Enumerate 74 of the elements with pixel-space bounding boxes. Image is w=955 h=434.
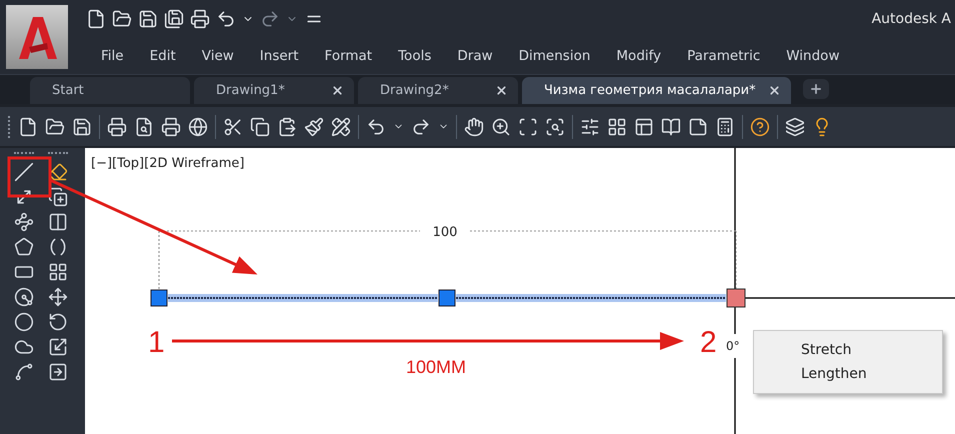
menu-item[interactable]: Format bbox=[312, 48, 386, 64]
point-number: 2 bbox=[700, 326, 717, 359]
save-icon[interactable] bbox=[138, 9, 158, 29]
line-icon[interactable] bbox=[14, 162, 34, 182]
save-icon[interactable] bbox=[72, 116, 92, 136]
angle-label: 0° bbox=[726, 339, 740, 353]
folder-icon[interactable] bbox=[112, 9, 132, 29]
help-icon[interactable] bbox=[750, 116, 770, 136]
polygon-icon[interactable] bbox=[14, 237, 34, 257]
move-icon[interactable] bbox=[48, 287, 68, 307]
copy-icon[interactable] bbox=[48, 187, 68, 207]
grid-icon[interactable] bbox=[607, 116, 627, 136]
document-tab[interactable]: Drawing1* bbox=[194, 77, 354, 104]
polyline-icon[interactable] bbox=[14, 212, 34, 232]
menu-item[interactable]: Edit bbox=[136, 48, 189, 64]
preview-icon[interactable] bbox=[134, 116, 154, 136]
grip-handle[interactable] bbox=[150, 290, 168, 306]
globe-icon[interactable] bbox=[188, 116, 208, 136]
app-logo[interactable] bbox=[6, 5, 68, 69]
plus-icon bbox=[808, 82, 823, 96]
printer-icon[interactable] bbox=[190, 9, 210, 29]
printer-icon[interactable] bbox=[107, 116, 127, 136]
menu-item[interactable]: Lengthen bbox=[754, 362, 942, 386]
menu-item[interactable]: Insert bbox=[246, 48, 312, 64]
array-icon[interactable] bbox=[48, 262, 68, 282]
copy-icon[interactable] bbox=[250, 116, 270, 136]
new-tab-button[interactable] bbox=[802, 79, 829, 99]
paste-icon[interactable] bbox=[277, 116, 297, 136]
calculator-icon[interactable] bbox=[715, 116, 735, 136]
document-tab[interactable]: Drawing2* bbox=[358, 77, 518, 104]
new-file-icon[interactable] bbox=[18, 116, 38, 136]
menu-item[interactable]: Tools bbox=[385, 48, 444, 64]
grip-handle[interactable] bbox=[438, 290, 456, 306]
point-number: 1 bbox=[148, 326, 165, 359]
printer-icon[interactable] bbox=[161, 116, 181, 136]
spline-icon[interactable] bbox=[14, 362, 34, 382]
close-icon[interactable] bbox=[768, 84, 781, 97]
dimension-text: 100 bbox=[432, 225, 458, 240]
line-segment[interactable] bbox=[168, 294, 438, 302]
document-tab[interactable]: Start bbox=[30, 77, 190, 104]
zoom-window-icon[interactable] bbox=[518, 116, 538, 136]
menu-item[interactable]: View bbox=[188, 48, 247, 64]
highlight-frame bbox=[8, 156, 52, 198]
pencil-icon[interactable] bbox=[331, 116, 351, 136]
close-icon[interactable] bbox=[331, 84, 344, 97]
menu-item[interactable]: Modify bbox=[603, 48, 674, 64]
viewport-label[interactable]: [−][Top][2D Wireframe] bbox=[91, 156, 244, 171]
zoom-previous-icon[interactable] bbox=[545, 116, 565, 136]
zoom-icon[interactable] bbox=[491, 116, 511, 136]
scissors-icon[interactable] bbox=[223, 116, 243, 136]
undo-icon[interactable] bbox=[366, 116, 386, 136]
length-label: 100MM bbox=[406, 357, 466, 377]
close-icon[interactable] bbox=[495, 84, 508, 97]
redo-icon[interactable] bbox=[411, 116, 431, 136]
brush-icon[interactable] bbox=[304, 116, 324, 136]
menu-item[interactable]: Window bbox=[773, 48, 852, 64]
folder-icon[interactable] bbox=[45, 116, 65, 136]
new-file-icon[interactable] bbox=[86, 9, 106, 29]
hand-icon[interactable] bbox=[464, 116, 484, 136]
line-segment[interactable] bbox=[456, 294, 726, 302]
menu-item[interactable]: File bbox=[88, 48, 137, 64]
menu-item[interactable]: Parametric bbox=[674, 48, 774, 64]
save-as-icon[interactable] bbox=[164, 9, 184, 29]
menu-item[interactable]: Dimension bbox=[506, 48, 604, 64]
grip-handle[interactable] bbox=[726, 288, 746, 308]
layers-icon[interactable] bbox=[785, 116, 805, 136]
window-title: Autodesk A bbox=[872, 11, 951, 27]
circle-icon[interactable] bbox=[14, 312, 34, 332]
menu-item[interactable]: Stretch bbox=[754, 338, 942, 362]
rotate-icon[interactable] bbox=[48, 312, 68, 332]
undo-icon[interactable] bbox=[216, 9, 236, 29]
properties-icon[interactable] bbox=[580, 116, 600, 136]
menu-item[interactable]: Draw bbox=[444, 48, 506, 64]
document-tab[interactable]: Чизма геометрия масалалари* bbox=[522, 77, 791, 104]
